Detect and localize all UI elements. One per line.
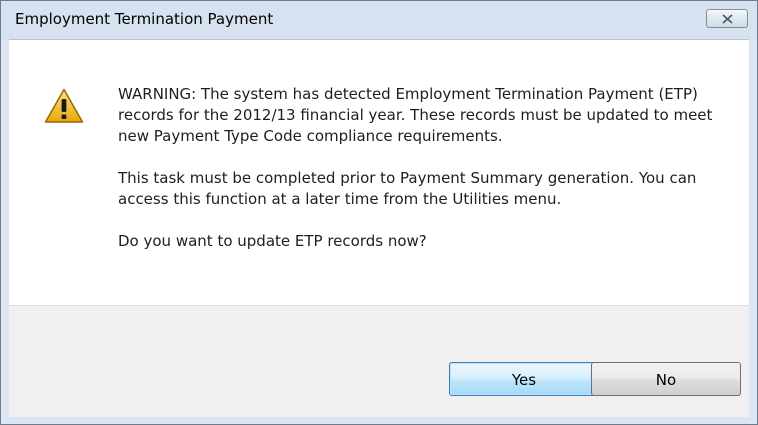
message-paragraph-question: Do you want to update ETP records now? [118,232,427,250]
close-button[interactable] [706,9,748,28]
button-bar: Yes No [9,305,749,417]
dialog-content: WARNING: The system has detected Employm… [9,39,749,305]
yes-button[interactable]: Yes [449,362,599,396]
warning-icon [44,88,84,123]
message-dialog: Employment Termination Payment WARNING: … [0,0,758,425]
message-paragraph-task: This task must be completed prior to Pay… [118,169,697,208]
message-text: WARNING: The system has detected Employm… [118,84,728,252]
close-icon [722,14,733,24]
no-button[interactable]: No [591,362,741,396]
message-paragraph-warning: WARNING: The system has detected Employm… [118,85,713,145]
dialog-title: Employment Termination Payment [15,10,274,28]
title-bar[interactable]: Employment Termination Payment [1,1,757,39]
